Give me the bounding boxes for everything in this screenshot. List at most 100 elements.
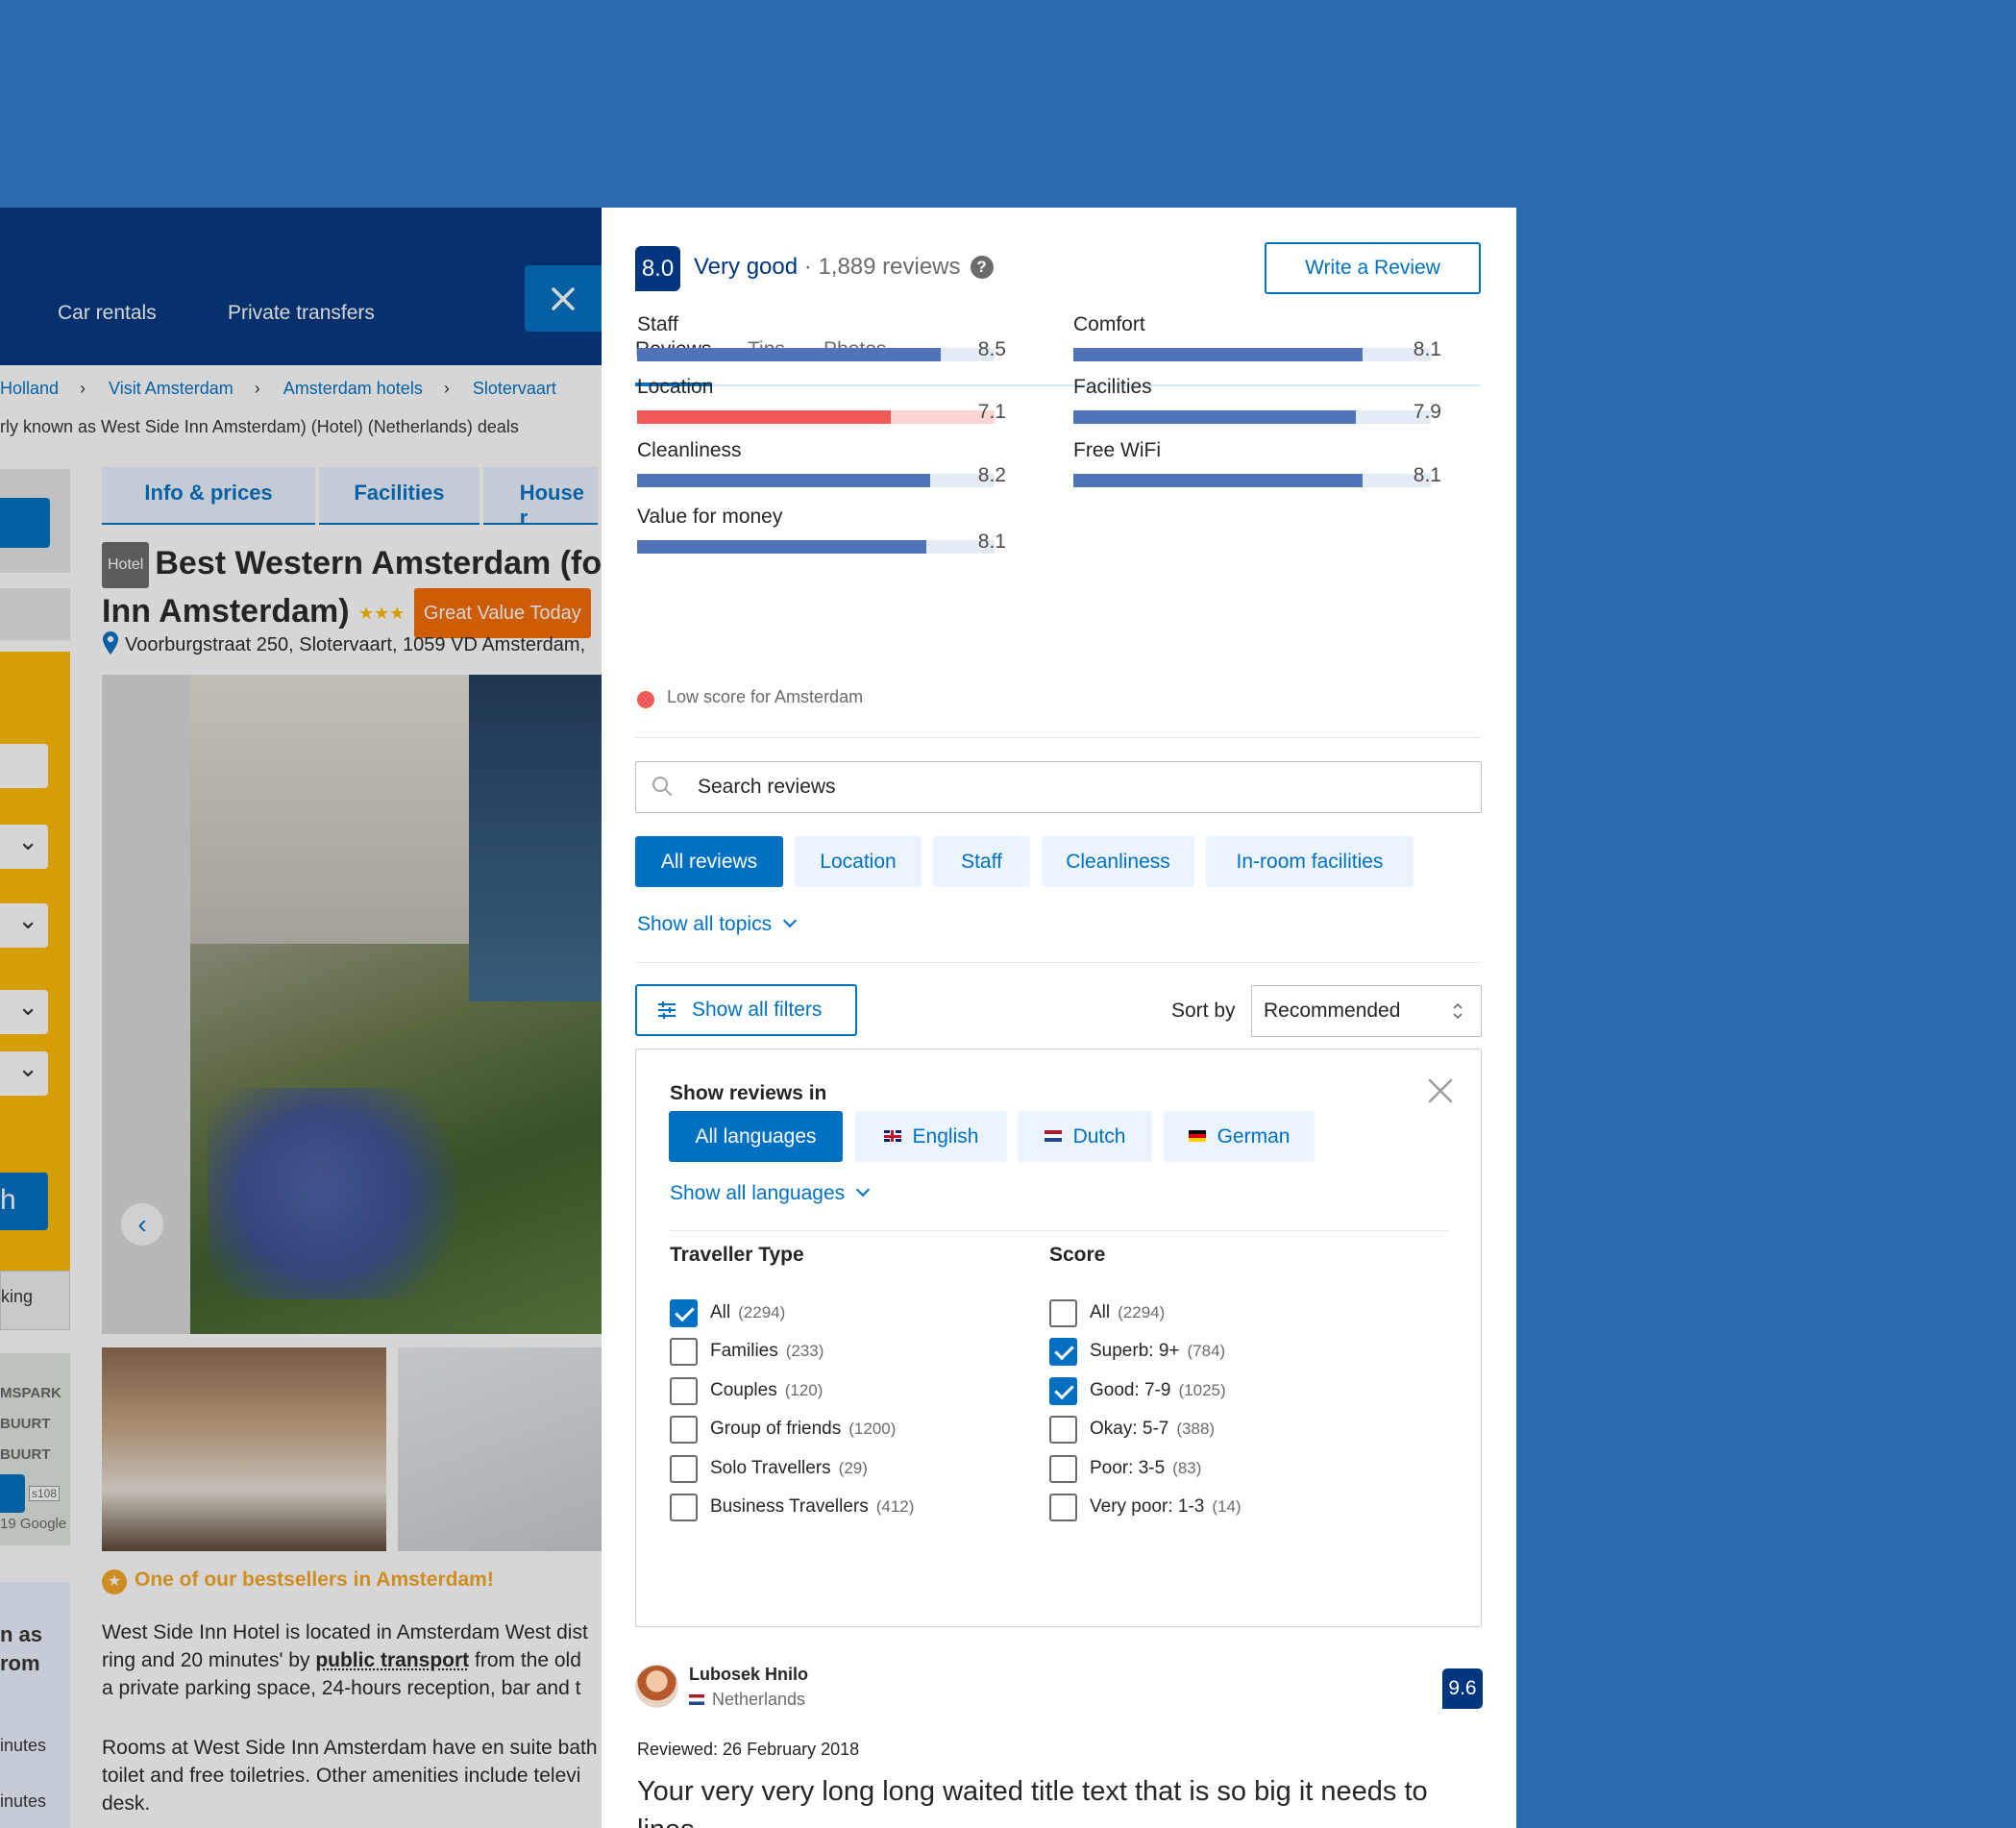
checkbox[interactable]: [670, 1454, 698, 1483]
category-bar-facilities: [1073, 410, 1431, 424]
hotel-thumbnail-room[interactable]: [102, 1347, 386, 1551]
chevron-left-icon: ‹: [137, 1209, 147, 1239]
checkbox[interactable]: [1049, 1376, 1077, 1405]
checkin-select[interactable]: [0, 825, 48, 869]
topic-location[interactable]: Location: [795, 836, 922, 887]
close-button[interactable]: [525, 265, 602, 332]
checkbox-label: Solo Travellers: [710, 1457, 831, 1478]
language-dutch[interactable]: Dutch: [1018, 1111, 1152, 1162]
reviewer-country: Netherlands: [689, 1690, 805, 1710]
write-review-button[interactable]: Write a Review: [1265, 242, 1481, 294]
checkbox[interactable]: [670, 1299, 698, 1327]
bestseller-note: ★ One of our bestsellers in Amsterdam!: [102, 1569, 494, 1594]
tab-house-rules[interactable]: House r: [482, 467, 598, 530]
category-bar-fill: [1073, 348, 1364, 361]
sidebar-snippet: rom: [0, 1651, 40, 1675]
hotel-description-line: a private parking space, 24-hours recept…: [102, 1677, 581, 1699]
checkbox-label: All: [710, 1302, 731, 1322]
sidebar-snippet: inutes: [0, 1736, 47, 1755]
search-input[interactable]: [698, 762, 1466, 812]
map-copyright: 19 Google: [0, 1516, 67, 1532]
topic-in-room-facilities[interactable]: In-room facilities: [1206, 836, 1414, 887]
hotel-main-photo[interactable]: ‹: [102, 675, 602, 1334]
sidebar-button[interactable]: [0, 498, 50, 548]
tab-info-prices[interactable]: Info & prices: [102, 467, 316, 525]
checkbox-count: (2294): [1118, 1303, 1166, 1322]
topic-all-reviews[interactable]: All reviews: [635, 836, 783, 887]
map-label: MSPARK: [0, 1385, 61, 1401]
breadcrumb-visit-amsterdam[interactable]: Visit Amsterdam: [109, 379, 234, 398]
public-transport-link[interactable]: public transport: [315, 1649, 469, 1671]
nav-car-rentals[interactable]: Car rentals: [58, 302, 157, 325]
nav-private-transfers[interactable]: Private transfers: [228, 302, 375, 325]
map-road-label: s108: [29, 1486, 61, 1501]
checkbox-label: Superb: 9+: [1090, 1341, 1180, 1362]
category-label-location: Location: [637, 376, 714, 398]
checkbox[interactable]: [670, 1494, 698, 1521]
language-german[interactable]: German: [1164, 1111, 1315, 1162]
checkbox[interactable]: [670, 1416, 698, 1445]
checkbox[interactable]: [1049, 1338, 1077, 1367]
close-icon[interactable]: [1426, 1076, 1455, 1105]
category-score-comfort: 8.1: [1413, 338, 1441, 360]
breadcrumb-holland[interactable]: Holland: [0, 379, 59, 398]
map-label: BUURT: [0, 1446, 51, 1463]
traveller-type-title: Traveller Type: [670, 1244, 804, 1266]
checkbox-count: (784): [1187, 1342, 1226, 1361]
checkbox-count: (14): [1212, 1497, 1242, 1516]
rooms-select[interactable]: [0, 1051, 48, 1096]
tab-facilities[interactable]: Facilities: [319, 467, 479, 525]
low-score-dot: [637, 691, 654, 708]
netherlands-flag-icon: [689, 1694, 704, 1705]
hotel-tabs: Info & prices Facilities House r: [102, 467, 602, 530]
language-all[interactable]: All languages: [669, 1111, 843, 1162]
checkbox[interactable]: [1049, 1416, 1077, 1445]
checkbox[interactable]: [670, 1376, 698, 1405]
breadcrumb-amsterdam-hotels[interactable]: Amsterdam hotels: [283, 379, 423, 398]
topic-staff[interactable]: Staff: [933, 836, 1030, 887]
hotel-thumbnail-bathroom[interactable]: [398, 1347, 602, 1551]
show-all-filters-button[interactable]: Show all filters: [635, 984, 857, 1036]
show-reviews-in-title: Show reviews in: [670, 1082, 827, 1104]
category-score-free-wifi: 8.1: [1413, 464, 1441, 486]
hotel-address: Voorburgstraat 250, Slotervaart, 1059 VD…: [102, 630, 585, 656]
checkbox[interactable]: [1049, 1494, 1077, 1521]
sort-select[interactable]: Recommended: [1251, 985, 1482, 1037]
hotel-description-line: ring and 20 minutes' by public transport…: [102, 1649, 581, 1671]
avatar: [635, 1665, 678, 1708]
sidebar-snippet: inutes: [0, 1791, 47, 1811]
checkbox-label: Group of friends: [710, 1419, 842, 1440]
checkbox[interactable]: [1049, 1454, 1077, 1483]
parking-snippet: king: [1, 1287, 34, 1306]
photo-prev-button[interactable]: ‹: [121, 1203, 163, 1246]
review-count: 1,889 reviews: [818, 254, 961, 280]
category-bar-staff: [637, 348, 995, 361]
search-reviews-field[interactable]: [635, 761, 1482, 813]
checkbox[interactable]: [670, 1338, 698, 1367]
breadcrumb: Holland › Visit Amsterdam › Amsterdam hotels…: [0, 379, 556, 398]
checkbox-label: Poor: 3-5: [1090, 1457, 1166, 1478]
star-rating: ★★★: [358, 604, 406, 623]
breadcrumb-slotervaart[interactable]: Slotervaart: [473, 379, 556, 398]
reviews-panel: 8.0 Very good · 1,889 reviews? Write a R…: [602, 208, 1516, 1828]
help-icon[interactable]: ?: [970, 256, 994, 279]
checkout-select[interactable]: [0, 903, 48, 948]
show-all-languages-link[interactable]: Show all languages: [670, 1182, 871, 1205]
guests-select[interactable]: [0, 990, 48, 1034]
checkbox[interactable]: [1049, 1299, 1077, 1327]
category-bar-fill: [637, 474, 931, 487]
destination-input[interactable]: [0, 744, 48, 788]
category-score-value-for-money: 8.1: [977, 531, 1006, 553]
sidebar-block: [0, 588, 70, 640]
language-english[interactable]: English: [855, 1111, 1007, 1162]
category-score-facilities: 7.9: [1413, 401, 1441, 423]
checkbox-count: (120): [784, 1380, 824, 1399]
checkbox-count: (83): [1172, 1458, 1202, 1477]
checkbox-count: (412): [875, 1497, 915, 1516]
map-thumbnail[interactable]: MSPARK BUURT BUURT s108 19 Google: [0, 1353, 70, 1545]
topic-cleanliness[interactable]: Cleanliness: [1042, 836, 1194, 887]
search-button[interactable]: h: [0, 1173, 48, 1230]
checkbox-count: (1200): [848, 1420, 897, 1439]
show-all-topics-link[interactable]: Show all topics: [637, 913, 798, 936]
category-label-cleanliness: Cleanliness: [637, 439, 742, 461]
